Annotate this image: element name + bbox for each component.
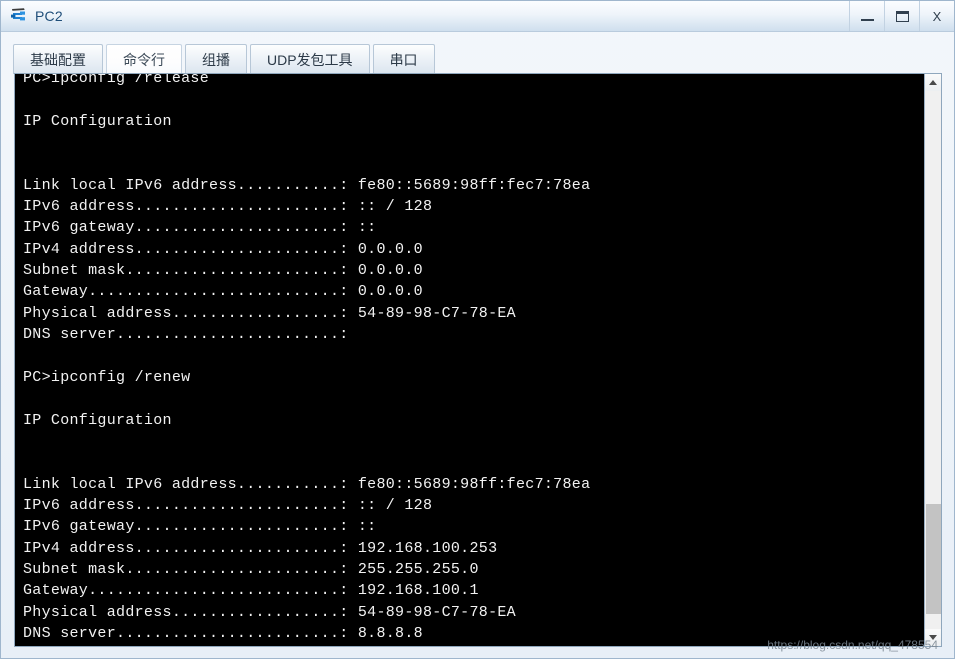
tab-udp-tool[interactable]: UDP发包工具 [250,44,370,74]
title-bar: PC2 X [1,1,954,32]
tab-basic-config[interactable]: 基础配置 [13,44,103,74]
terminal-line: Link local IPv6 address...........: fe80… [23,475,591,493]
pc2-window: PC2 X 基础配置 命令行 组播 UDP发包工具 串口 PC>ipconfig… [0,0,955,659]
close-button[interactable]: X [919,1,954,31]
terminal-line: IPv4 address......................: 0.0.… [23,240,423,258]
scroll-up-button[interactable] [925,74,941,91]
terminal-line: IP Configuration [23,112,172,130]
terminal-line: IPv4 address......................: 192.… [23,539,498,557]
terminal-line: IP Configuration [23,411,172,429]
terminal-line: DNS server........................: [23,326,349,344]
terminal-line: Physical address..................: 54-8… [23,603,516,621]
maximize-icon [895,10,909,22]
chevron-down-icon [929,635,937,640]
scrollbar-thumb[interactable] [926,504,941,614]
terminal-line: IPv6 gateway......................: :: [23,518,377,536]
terminal-panel: PC>ipconfig /release IP Configuration Li… [14,73,942,647]
tab-label: 串口 [389,51,418,68]
minimize-button[interactable] [849,1,884,31]
terminal-line: IPv6 address......................: :: /… [23,198,433,216]
tab-command-line[interactable]: 命令行 [106,44,182,74]
minimize-icon [860,19,874,21]
tab-label: 组播 [202,51,230,68]
terminal-line: Gateway...........................: 0.0.… [23,283,423,301]
terminal-output: PC>ipconfig /release IP Configuration Li… [15,74,924,644]
tab-label: UDP发包工具 [267,51,353,68]
tab-label: 命令行 [123,51,165,68]
terminal-line: PC>ipconfig /release [23,74,210,87]
terminal-line: Gateway...........................: 192.… [23,582,479,600]
terminal-console[interactable]: PC>ipconfig /release IP Configuration Li… [15,74,924,646]
terminal-line: Subnet mask.......................: 0.0.… [23,262,423,280]
maximize-button[interactable] [884,1,919,31]
close-icon: X [932,8,942,24]
network-device-icon [8,5,30,27]
terminal-line: Subnet mask.......................: 255.… [23,560,479,578]
terminal-line: IPv6 gateway......................: :: [23,219,377,237]
window-controls: X [849,1,954,31]
terminal-line: Physical address..................: 54-8… [23,304,516,322]
tab-bar: 基础配置 命令行 组播 UDP发包工具 串口 [1,32,954,74]
window-title: PC2 [35,8,63,24]
terminal-line: PC>ipconfig /renew [23,368,191,386]
chevron-up-icon [929,80,937,85]
terminal-line: DNS server........................: 8.8.… [23,624,423,642]
scroll-down-button[interactable] [925,629,941,646]
terminal-scrollbar[interactable] [924,74,941,646]
tab-multicast[interactable]: 组播 [185,44,247,74]
terminal-line: IPv6 address......................: :: /… [23,496,433,514]
tab-serial-port[interactable]: 串口 [372,44,435,74]
terminal-line: Link local IPv6 address...........: fe80… [23,176,591,194]
tab-label: 基础配置 [30,51,86,68]
